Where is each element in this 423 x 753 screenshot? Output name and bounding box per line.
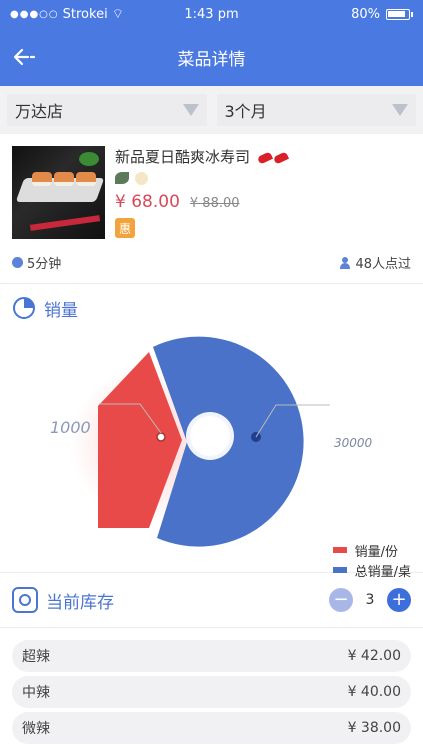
legend-label: 总销量/桌 [354, 564, 411, 580]
quantity-stepper: − 3 + [329, 588, 411, 612]
store-value: 万达店 [15, 102, 64, 121]
garlic-icon [135, 172, 148, 185]
sales-pie-svg [70, 336, 330, 547]
ingredient-tags [115, 172, 411, 186]
dish-image [12, 146, 105, 239]
spice-price: ¥ 40.00 [347, 684, 401, 700]
status-time: 1:43 pm [184, 6, 239, 22]
list-item[interactable]: 中辣 ¥ 40.00 [12, 676, 411, 708]
pie-chart-icon [13, 297, 35, 319]
dropdown-icon [392, 104, 408, 116]
dish-name: 新品夏日酷爽冰寿司 [115, 148, 251, 166]
spice-label: 微辣 [22, 721, 50, 737]
dish-info: 新品夏日酷爽冰寿司 ¥ 68.00 ¥ 88.00 惠 [115, 146, 411, 242]
legend-label: 销量/份 [354, 544, 398, 560]
store-select[interactable]: 万达店 [7, 94, 207, 126]
dish-card: 新品夏日酷爽冰寿司 ¥ 68.00 ¥ 88.00 惠 [0, 134, 423, 242]
list-item[interactable]: 超辣 ¥ 42.00 [12, 640, 411, 672]
header: ●●●○○ Strokei ⌔ 1:43 pm 80% 菜品详情 [0, 0, 423, 86]
data-label-sales: 1000 [50, 418, 91, 437]
garnish-shape [79, 152, 99, 166]
sushi-shape [32, 172, 52, 186]
sales-chart: 1000 30000 销量/份 总销量/桌 [0, 332, 423, 580]
spice-price: ¥ 42.00 [347, 648, 401, 664]
user-icon [339, 256, 351, 269]
quantity-value: 3 [365, 592, 375, 608]
order-count: 48人点过 [339, 253, 411, 272]
period-select[interactable]: 3个月 [216, 94, 416, 126]
slice-marker [251, 432, 261, 442]
period-value: 3个月 [224, 102, 267, 121]
dish-name-row: 新品夏日酷爽冰寿司 [115, 146, 411, 167]
page-title: 菜品详情 [177, 49, 246, 70]
dropdown-icon [182, 104, 199, 116]
clock-icon [12, 257, 23, 268]
legend-item-sales: 销量/份 [332, 540, 411, 560]
legend-item-total: 总销量/桌 [332, 560, 411, 580]
herb-icon [115, 172, 129, 184]
chopstick-shape [29, 215, 101, 231]
wait-time: 5分钟 [12, 253, 61, 272]
sales-title: 销量 [44, 300, 78, 321]
legend-swatch [332, 547, 347, 553]
plus-button[interactable]: + [387, 588, 411, 612]
minus-button[interactable]: − [329, 588, 353, 612]
chart-legend: 销量/份 总销量/桌 [332, 540, 411, 580]
wait-time-text: 5分钟 [27, 257, 62, 272]
stock-icon [12, 587, 38, 613]
promo-badge: 惠 [115, 218, 135, 238]
spice-level-list: 超辣 ¥ 42.00 中辣 ¥ 40.00 微辣 ¥ 38.00 [0, 628, 423, 744]
list-item[interactable]: 微辣 ¥ 38.00 [12, 712, 411, 744]
inventory-title: 当前库存 [46, 592, 114, 613]
spice-price: ¥ 38.00 [347, 720, 401, 736]
slice-marker [156, 432, 166, 442]
original-price: ¥ 88.00 [189, 196, 240, 211]
back-arrow-icon[interactable] [12, 45, 38, 69]
sushi-shape [54, 172, 74, 186]
filter-bar: 万达店 3个月 [0, 86, 423, 134]
current-price: ¥ 68.00 [115, 192, 180, 212]
order-count-text: 48人点过 [355, 257, 411, 272]
app-screen: ●●●○○ Strokei ⌔ 1:43 pm 80% 菜品详情 万达店 3个月 [0, 0, 423, 753]
data-label-total: 30000 [334, 436, 373, 450]
dish-meta: 5分钟 48人点过 [0, 242, 423, 284]
price-row: ¥ 68.00 ¥ 88.00 [115, 192, 411, 212]
inventory-header: 当前库存 − 3 + [0, 572, 423, 628]
nav-bar: 菜品详情 [0, 28, 423, 86]
legend-swatch [332, 567, 347, 573]
chili-icon [256, 148, 290, 166]
spice-label: 中辣 [22, 685, 50, 701]
spice-label: 超辣 [22, 649, 50, 665]
pie-center-inner [190, 416, 230, 456]
sales-header: 销量 [0, 284, 423, 332]
battery-icon [386, 8, 410, 20]
status-bar: ●●●○○ Strokei ⌔ 1:43 pm 80% [0, 0, 423, 28]
sushi-shape [76, 172, 96, 186]
